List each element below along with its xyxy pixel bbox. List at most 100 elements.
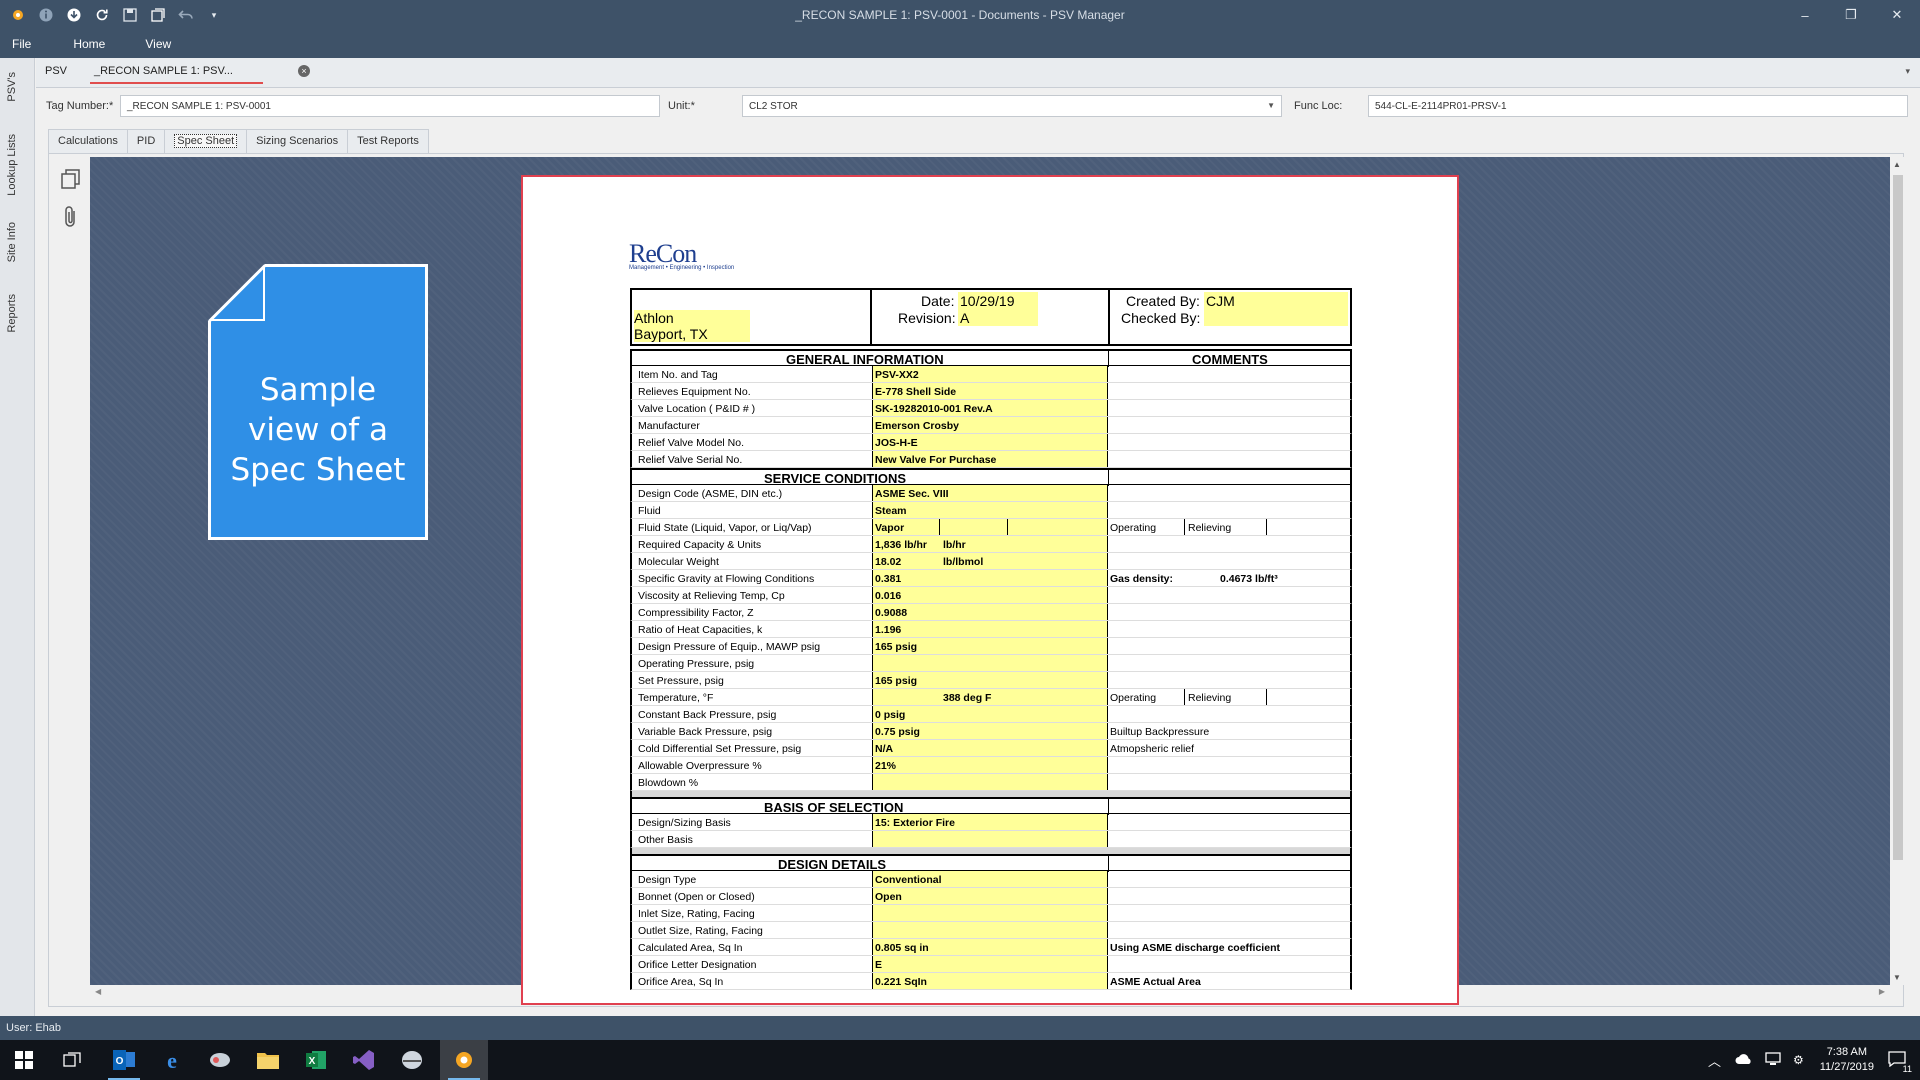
vertical-scrollbar[interactable]: ▲ ▼	[1890, 157, 1906, 985]
tag-number-input[interactable]: _RECON SAMPLE 1: PSV-0001	[120, 95, 660, 117]
tab-test-reports[interactable]: Test Reports	[347, 129, 429, 153]
row-label: Specific Gravity at Flowing Conditions	[638, 573, 815, 585]
tab-psv[interactable]: PSV	[45, 65, 67, 77]
table-row: Ratio of Heat Capacities, k 1.196	[630, 621, 1352, 638]
tabs-overflow-icon[interactable]: ▾	[1905, 66, 1910, 77]
table-row: Variable Back Pressure, psig 0.75 psig Bui…	[630, 723, 1352, 740]
tab-recon-sample[interactable]: _RECON SAMPLE 1: PSV...	[90, 65, 263, 84]
row-label: Relief Valve Model No.	[638, 437, 745, 449]
visual-studio-icon[interactable]	[340, 1040, 388, 1080]
table-row: Viscosity at Relieving Temp, Cp 0.016	[630, 587, 1352, 604]
left-navigation-rail: PSV's Lookup Lists Site Info Reports	[0, 58, 35, 1018]
settings-tray-icon[interactable]: ⚙	[1793, 1053, 1804, 1067]
chevron-down-icon[interactable]: ▼	[1267, 101, 1275, 110]
row-value-cell	[872, 655, 1108, 671]
rail-reports[interactable]: Reports	[6, 294, 18, 333]
tab-close-icon[interactable]: ×	[298, 65, 310, 77]
rail-site-info[interactable]: Site Info	[6, 222, 18, 262]
current-user: User: Ehab	[6, 1022, 62, 1034]
psv-identity-fields: Tag Number:* _RECON SAMPLE 1: PSV-0001 U…	[36, 94, 1920, 120]
row-label: Molecular Weight	[638, 556, 719, 568]
detail-tabs: Calculations PID Spec Sheet Sizing Scena…	[48, 129, 429, 153]
cell-divider	[939, 519, 940, 535]
excel-icon[interactable]: X	[292, 1040, 340, 1080]
sheet-header: Athlon Bayport, TX Date: 10/29/19 Revisi…	[630, 288, 1352, 346]
minimize-button[interactable]: –	[1782, 0, 1828, 30]
svg-text:e: e	[167, 1049, 177, 1071]
row-value-cell: 21%	[872, 757, 1108, 773]
tab-calculations[interactable]: Calculations	[48, 129, 128, 153]
general-rows: Item No. and Tag PSV-XX2 Relieves Equipme…	[630, 366, 1352, 468]
row-comment: Gas density:	[1110, 573, 1174, 585]
chevron-up-icon[interactable]: ︿	[1708, 1051, 1721, 1070]
tab-pid[interactable]: PID	[126, 129, 166, 153]
menu-home[interactable]: Home	[73, 37, 105, 51]
row-label: Design Pressure of Equip., MAWP psig	[638, 641, 821, 653]
psv-manager-icon[interactable]	[440, 1040, 488, 1080]
tab-spec-sheet[interactable]: Spec Sheet	[164, 129, 248, 153]
row-value-cell: Conventional	[872, 871, 1108, 887]
network-icon[interactable]	[1765, 1051, 1781, 1069]
copy-icon[interactable]	[58, 166, 84, 192]
table-row: Design Pressure of Equip., MAWP psig 165 …	[630, 638, 1352, 655]
scroll-left-icon[interactable]: ◀	[95, 987, 101, 996]
clock-time: 7:38 AM	[1826, 1046, 1868, 1058]
snipping-icon[interactable]	[196, 1040, 244, 1080]
attachment-icon[interactable]	[58, 204, 84, 230]
taskbar-clock[interactable]: 7:38 AM 11/27/2019	[1820, 1045, 1874, 1075]
unit-value: CL2 STOR	[749, 101, 798, 112]
window-controls: – ❐ ✕	[1782, 0, 1920, 30]
tab-sizing-scenarios[interactable]: Sizing Scenarios	[246, 129, 349, 153]
close-button[interactable]: ✕	[1874, 0, 1920, 30]
menu-file[interactable]: File	[12, 37, 31, 51]
scroll-thumb[interactable]	[1893, 175, 1903, 860]
row-value: N/A	[875, 743, 894, 755]
section-service-conditions: SERVICE CONDITIONS	[630, 468, 1352, 486]
row-value-cell	[872, 905, 1108, 921]
task-view-icon[interactable]	[48, 1040, 96, 1080]
row-label: Compressibility Factor, Z	[638, 607, 754, 619]
windows-start-icon[interactable]	[0, 1040, 48, 1080]
table-row: Inlet Size, Rating, Facing	[630, 905, 1352, 922]
row-label: Design/Sizing Basis	[638, 817, 731, 829]
menu-view[interactable]: View	[145, 37, 171, 51]
table-row: Manufacturer Emerson Crosby	[630, 417, 1352, 434]
table-row: Set Pressure, psig 165 psig	[630, 672, 1352, 689]
row-value-cell: Steam	[872, 502, 1108, 518]
edge-icon[interactable]: e	[148, 1040, 196, 1080]
window-title: _RECON SAMPLE 1: PSV-0001 - Documents - …	[795, 8, 1125, 22]
rail-lookup-lists[interactable]: Lookup Lists	[6, 134, 18, 196]
logo-tagline: Management • Engineering • Inspection	[629, 265, 735, 271]
onedrive-icon[interactable]	[1735, 1053, 1753, 1068]
row-value-cell	[872, 774, 1108, 790]
table-row: Design Type Conventional	[630, 871, 1352, 888]
unit-select[interactable]: CL2 STOR ▼	[742, 95, 1282, 117]
scroll-right-icon[interactable]: ▶	[1879, 987, 1885, 996]
table-row: Design Code (ASME, DIN etc.) ASME Sec. VI…	[630, 485, 1352, 502]
file-explorer-icon[interactable]	[244, 1040, 292, 1080]
scroll-up-icon[interactable]: ▲	[1893, 160, 1901, 169]
row-value-secondary: lb/hr	[943, 539, 966, 551]
row-value: Conventional	[875, 874, 942, 886]
row-value: JOS-H-E	[875, 437, 918, 449]
psv-app-icon[interactable]	[388, 1040, 436, 1080]
table-row: Compressibility Factor, Z 0.9088	[630, 604, 1352, 621]
row-value-cell: E	[872, 956, 1108, 972]
func-loc-input[interactable]: 544-CL-E-2114PR01-PRSV-1	[1368, 95, 1908, 117]
restore-button[interactable]: ❐	[1828, 0, 1874, 30]
row-label: Constant Back Pressure, psig	[638, 709, 777, 721]
company-logo: ReCon Management • Engineering • Inspect…	[629, 239, 734, 271]
scroll-down-icon[interactable]: ▼	[1893, 973, 1901, 982]
table-row: Design/Sizing Basis 15: Exterior Fire	[630, 814, 1352, 831]
row-value: 0.805 sq in	[875, 942, 929, 954]
tab-spec-sheet-label: Spec Sheet	[174, 134, 238, 148]
table-row: Outlet Size, Rating, Facing	[630, 922, 1352, 939]
notifications-icon[interactable]: 11	[1888, 1050, 1912, 1074]
outlook-icon[interactable]: O	[100, 1040, 148, 1080]
row-value-cell: 18.02 lb/lbmol	[872, 553, 1108, 569]
row-value: 0.75 psig	[875, 726, 920, 738]
rail-psvs[interactable]: PSV's	[6, 72, 18, 102]
document-tabs: PSV _RECON SAMPLE 1: PSV... × ▾	[36, 58, 1920, 88]
row-label: Viscosity at Relieving Temp, Cp	[638, 590, 785, 602]
basis-rows: Design/Sizing Basis 15: Exterior Fire Oth…	[630, 814, 1352, 848]
